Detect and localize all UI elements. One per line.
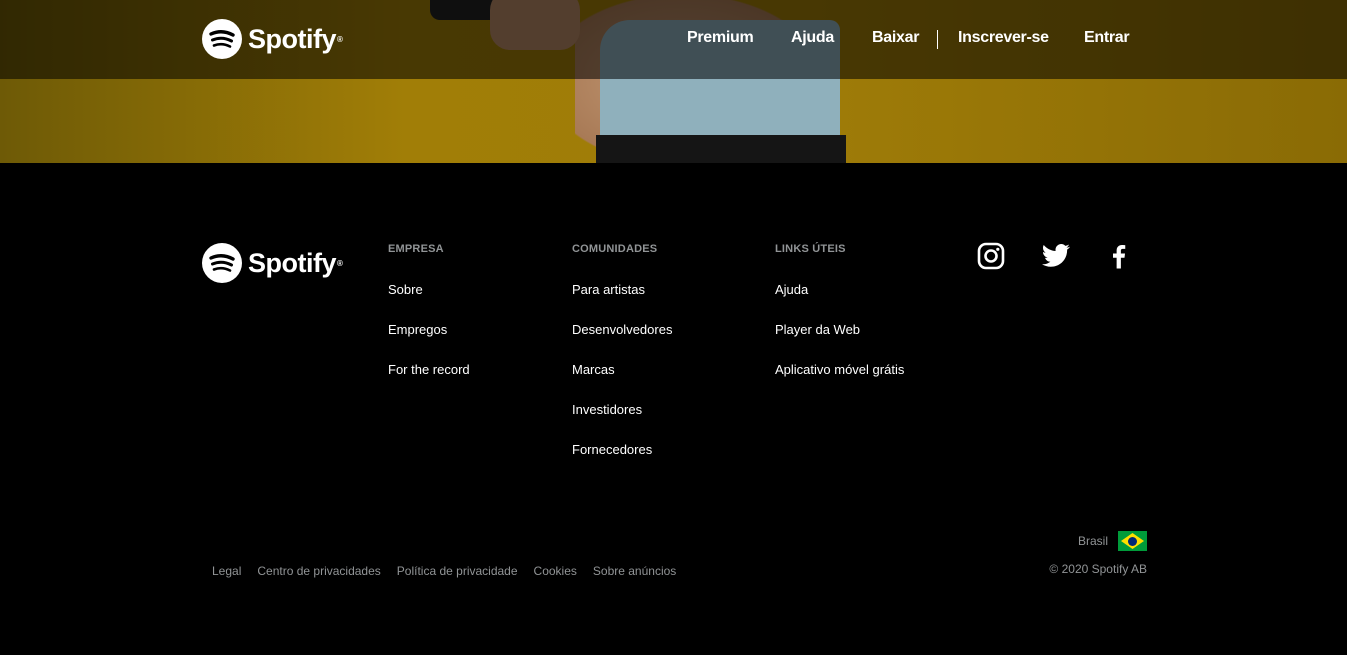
- nav-ajuda[interactable]: Ajuda: [791, 29, 834, 47]
- legal-link-legal[interactable]: Legal: [212, 564, 241, 578]
- footer-link-for-the-record[interactable]: For the record: [388, 362, 470, 378]
- nav-baixar[interactable]: Baixar: [872, 29, 919, 47]
- nav-separator: [937, 30, 938, 49]
- legal-links: Legal Centro de privacidades Política de p…: [212, 562, 692, 580]
- registered-mark: ®: [337, 34, 343, 44]
- footer-spotify-logo-link[interactable]: Spotify ®: [202, 243, 343, 283]
- column-heading: EMPRESA: [388, 243, 444, 255]
- footer-link-investidores[interactable]: Investidores: [572, 402, 672, 418]
- footer-link-desenvolvedores[interactable]: Desenvolvedores: [572, 322, 672, 338]
- copyright-text: © 2020 Spotify AB: [1049, 562, 1147, 576]
- nav-premium[interactable]: Premium: [687, 29, 754, 47]
- footer-link-player-da-web[interactable]: Player da Web: [775, 322, 904, 338]
- footer-column-empresa: EMPRESA Sobre Empregos For the record: [388, 243, 470, 402]
- footer-link-sobre[interactable]: Sobre: [388, 282, 470, 298]
- facebook-icon[interactable]: [1104, 241, 1134, 271]
- legal-link-sobre-anuncios[interactable]: Sobre anúncios: [593, 564, 676, 578]
- twitter-icon[interactable]: [1041, 241, 1071, 271]
- registered-mark: ®: [337, 258, 343, 268]
- instagram-icon[interactable]: [976, 241, 1006, 271]
- spotify-logo-icon: [202, 19, 242, 59]
- nav-entrar[interactable]: Entrar: [1084, 29, 1130, 47]
- footer-link-fornecedores[interactable]: Fornecedores: [572, 442, 672, 458]
- footer-link-empregos[interactable]: Empregos: [388, 322, 470, 338]
- brazil-flag-icon: [1118, 531, 1147, 551]
- nav-inscrever-se[interactable]: Inscrever-se: [958, 29, 1049, 47]
- legal-link-politica-de-privacidade[interactable]: Política de privacidade: [397, 564, 518, 578]
- column-heading: COMUNIDADES: [572, 243, 658, 255]
- column-heading: LINKS ÚTEIS: [775, 243, 846, 255]
- country-selector[interactable]: Brasil: [1078, 531, 1147, 551]
- footer-column-comunidades: COMUNIDADES Para artistas Desenvolvedore…: [572, 243, 672, 482]
- footer-link-aplicativo-movel[interactable]: Aplicativo móvel grátis: [775, 362, 904, 378]
- legal-link-cookies[interactable]: Cookies: [534, 564, 577, 578]
- spotify-wordmark: Spotify: [248, 23, 337, 54]
- footer-link-para-artistas[interactable]: Para artistas: [572, 282, 672, 298]
- legal-link-centro-de-privacidades[interactable]: Centro de privacidades: [257, 564, 380, 578]
- top-navigation-bar: Spotify ® Premium Ajuda Baixar Inscrever-…: [0, 0, 1347, 79]
- hero-person-pants: [596, 135, 846, 163]
- spotify-wordmark: Spotify: [248, 247, 337, 278]
- footer-link-ajuda[interactable]: Ajuda: [775, 282, 904, 298]
- spotify-logo-icon: [202, 243, 242, 283]
- spotify-logo-link[interactable]: Spotify ®: [202, 19, 343, 59]
- country-label: Brasil: [1077, 534, 1108, 548]
- footer-column-links-uteis: LINKS ÚTEIS Ajuda Player da Web Aplicati…: [775, 243, 904, 402]
- footer-link-marcas[interactable]: Marcas: [572, 362, 672, 378]
